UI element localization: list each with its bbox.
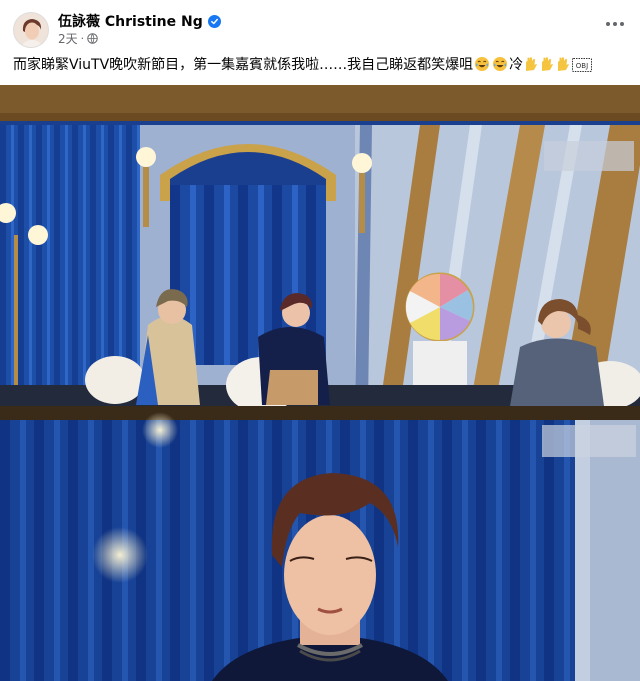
tears-of-joy-emoji [475, 57, 490, 71]
obj-symbol: OBJ [572, 58, 593, 72]
svg-text:OBJ: OBJ [576, 62, 588, 70]
avatar-portrait-icon [14, 13, 48, 47]
globe-icon[interactable] [87, 33, 98, 44]
tv-screen-photo [0, 85, 640, 681]
caption-word: 冷 [509, 57, 524, 73]
more-options-icon [606, 22, 624, 26]
meta-separator: · [80, 32, 85, 45]
raising-hands-emoji [558, 57, 570, 71]
verified-badge-icon [207, 14, 221, 28]
lower-screen [0, 412, 640, 681]
post-meta: 2天 · [58, 31, 98, 46]
author-avatar[interactable] [13, 12, 49, 48]
post-photo[interactable] [0, 85, 640, 681]
tears-of-joy-emoji [493, 57, 508, 71]
author-row: 伍詠薇 Christine Ng [58, 11, 221, 31]
caption-text: 而家睇緊ViuTV晚吹新節目，第一集嘉賓就係我啦……我自己睇返都笑爆咀 [13, 57, 474, 73]
post-timestamp[interactable]: 2天 [58, 30, 78, 47]
upper-screen [0, 121, 640, 413]
raising-hands-emoji [542, 57, 554, 71]
post-caption: 而家睇緊ViuTV晚吹新節目，第一集嘉賓就係我啦……我自己睇返都笑爆咀 冷 OBJ [13, 56, 627, 74]
author-name[interactable]: 伍詠薇 Christine Ng [58, 11, 203, 31]
raising-hands-emoji [526, 57, 538, 71]
more-options-button[interactable] [602, 14, 628, 34]
